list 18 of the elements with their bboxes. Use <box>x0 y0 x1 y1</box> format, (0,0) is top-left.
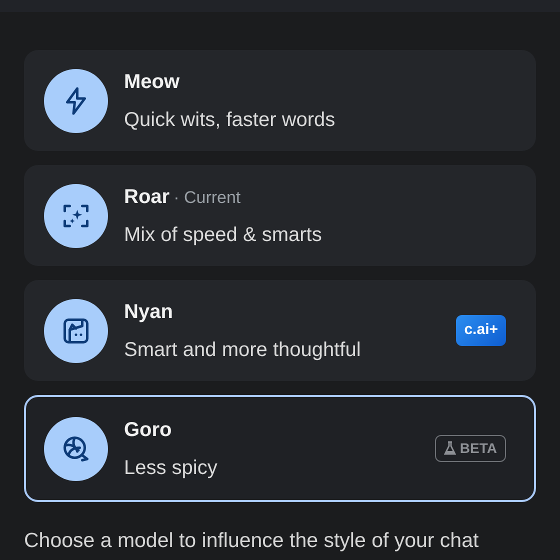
beta-badge: BETA <box>434 435 506 462</box>
model-card[interactable]: Meow Quick wits, faster words <box>24 50 536 151</box>
model-description: Smart and more thoughtful <box>124 338 362 362</box>
model-name: Meow <box>124 70 180 94</box>
flask-icon <box>444 441 456 456</box>
plus-badge: c.ai+ <box>456 315 506 346</box>
model-card[interactable]: Roar · Current Mix of speed & smarts <box>24 165 536 266</box>
volleyball-icon <box>61 434 91 464</box>
model-name: Roar <box>124 184 170 210</box>
model-name: Nyan <box>124 300 173 324</box>
model-description: Quick wits, faster words <box>124 108 336 132</box>
model-description: Mix of speed & smarts <box>124 222 323 248</box>
footer-text: Choose a model to influence the style of your chat <box>24 528 480 554</box>
model-card[interactable]: Goro Less spicy BETA <box>24 395 536 502</box>
model-description: Less spicy <box>124 456 218 480</box>
model-name: Goro <box>124 418 172 442</box>
model-card[interactable]: Nyan Smart and more thoughtful c.ai+ <box>24 280 536 381</box>
current-label: · Current <box>174 186 241 208</box>
